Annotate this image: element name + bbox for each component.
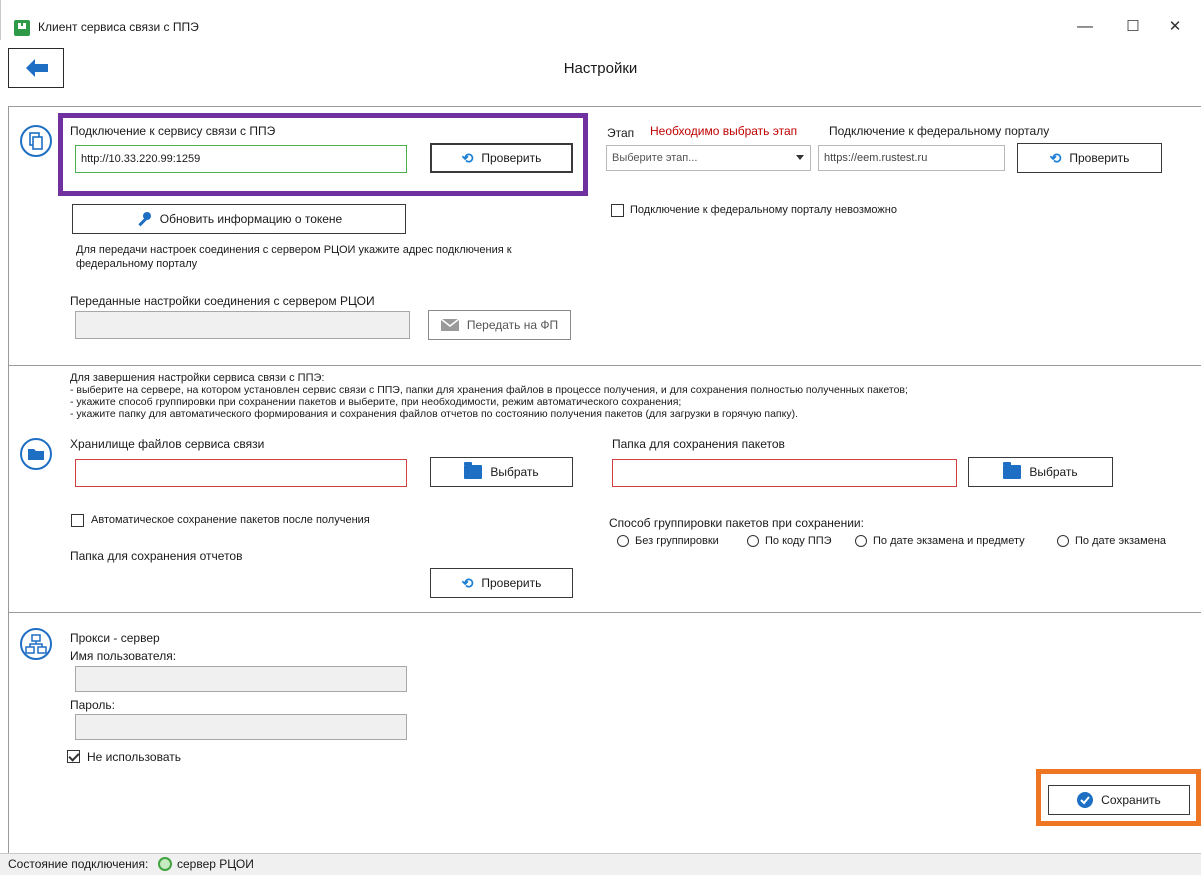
folder-icon [464,462,483,479]
envelope-icon [440,319,459,331]
status-label: Состояние подключения: [8,857,149,871]
stage-warning: Необходимо выбрать этап [650,124,798,138]
password-input[interactable] [75,714,407,740]
not-use-proxy-checkbox[interactable] [67,750,80,763]
divider [8,612,1201,613]
chevron-down-icon [796,155,804,160]
choose-packages-button[interactable]: Выбрать [968,457,1113,487]
radio-by-date-subject[interactable] [855,535,867,547]
radio-by-date-subject-label: По дате экзамена и предмету [873,535,1025,547]
username-input[interactable] [75,666,407,692]
radio-no-grouping-label: Без группировки [635,535,719,547]
close-button[interactable]: ✕ [1160,14,1190,40]
choose-packages-label: Выбрать [1029,465,1078,479]
not-use-proxy-label: Не использовать [87,750,181,764]
stage-select[interactable]: Выберите этап... [606,145,811,171]
check-federal-label: Проверить [1069,151,1130,165]
transferred-settings-field [75,311,410,339]
network-icon [20,628,52,660]
frame-border [8,106,9,853]
proxy-label: Прокси - сервер [70,631,160,645]
choose-storage-button[interactable]: Выбрать [430,457,573,487]
stage-label: Этап [607,126,635,140]
key-icon [138,212,151,227]
storage-path-input[interactable] [75,459,407,487]
refresh-icon: ⟲ [461,574,474,591]
radio-no-grouping[interactable] [617,535,629,547]
save-highlight [1036,769,1201,826]
packages-folder-label: Папка для сохранения пакетов [612,437,785,451]
auto-save-label: Автоматическое сохранение пакетов после … [91,514,370,526]
connection-highlight [58,113,588,196]
send-to-fp-button[interactable]: Передать на ФП [428,310,571,340]
minimize-button[interactable]: — [1070,14,1100,40]
folder-icon [1003,462,1022,479]
radio-by-ppe-code[interactable] [747,535,759,547]
password-label: Пароль: [70,698,115,712]
check-federal-button[interactable]: ⟲ Проверить [1017,143,1162,173]
divider [8,365,1201,366]
folder-icon [20,438,52,470]
instructions-line-3: - укажите способ группировки при сохране… [70,396,682,408]
instructions-line-2: - выберите на сервере, на котором устано… [70,384,908,396]
instructions-line-4: - укажите папку для автоматического форм… [70,408,798,420]
federal-portal-input[interactable]: https://eem.rustest.ru [818,145,1005,171]
send-to-fp-label: Передать на ФП [466,318,559,332]
federal-impossible-checkbox[interactable] [611,204,624,217]
status-indicator-icon [158,857,172,871]
reports-folder-label: Папка для сохранения отчетов [70,549,243,563]
page-title: Настройки [563,60,638,77]
radio-by-ppe-code-label: По коду ППЭ [765,535,832,547]
username-label: Имя пользователя: [70,649,177,663]
federal-impossible-label: Подключение к федеральному порталу невоз… [630,204,897,216]
status-server: сервер РЦОИ [177,857,254,871]
check-reports-button[interactable]: ⟲ Проверить [430,568,573,598]
grouping-label: Способ группировки пакетов при сохранени… [609,516,864,530]
refresh-token-label: Обновить информацию о токене [159,212,343,226]
refresh-token-button[interactable]: Обновить информацию о токене [72,204,406,234]
storage-label: Хранилище файлов сервиса связи [70,437,265,451]
refresh-icon: ⟲ [1049,149,1062,166]
packages-folder-input[interactable] [612,459,957,487]
radio-by-date[interactable] [1057,535,1069,547]
federal-portal-label: Подключение к федеральному порталу [829,124,1050,138]
check-reports-label: Проверить [481,576,542,590]
divider [8,106,1201,107]
transfer-note: Для передачи настроек соединения с серве… [76,244,512,270]
maximize-button[interactable]: ☐ [1118,14,1148,40]
instructions-line-1: Для завершения настройки сервиса связи с… [70,372,325,384]
auto-save-checkbox[interactable] [71,514,84,527]
radio-by-date-label: По дате экзамена [1075,535,1167,547]
app-icon [14,20,30,36]
documents-icon [20,125,52,157]
stage-select-value: Выберите этап... [612,152,698,164]
transferred-settings-label: Переданные настройки соединения с сервер… [70,294,375,308]
choose-storage-label: Выбрать [490,465,539,479]
window-title: Клиент сервиса связи с ППЭ [38,20,199,34]
